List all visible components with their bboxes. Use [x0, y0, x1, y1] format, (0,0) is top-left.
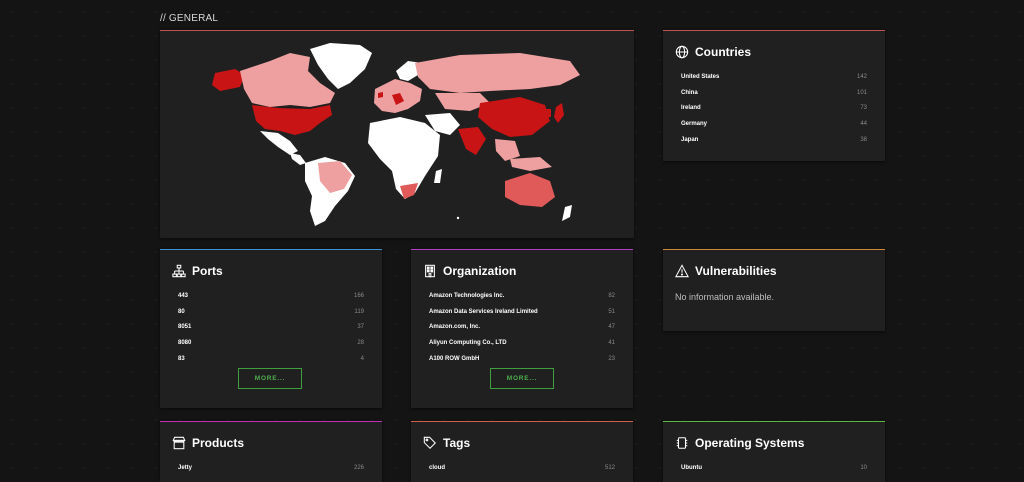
store-icon	[172, 436, 186, 450]
map-australia	[505, 173, 555, 207]
vulnerabilities-header: Vulnerabilities	[675, 264, 777, 278]
list-item[interactable]: Aliyun Computing Co., LTD 41	[429, 340, 615, 356]
tags-title: Tags	[443, 436, 471, 450]
building-icon	[425, 264, 435, 278]
operating-systems-title: Operating Systems	[695, 436, 805, 450]
map-china	[478, 97, 550, 137]
warning-icon	[675, 264, 689, 278]
list-item[interactable]: China 101	[681, 90, 867, 106]
section-title-general: // GENERAL	[160, 13, 219, 24]
map-mexico	[260, 131, 298, 155]
organization-more-button[interactable]: MORE...	[490, 368, 554, 389]
list-item[interactable]: 8051 37	[178, 324, 364, 340]
products-card: Products Jetty 226	[160, 421, 382, 482]
list-item[interactable]: Amazon Data Services Ireland Limited 51	[429, 309, 615, 325]
tags-icon	[423, 436, 436, 449]
operating-systems-card: Operating Systems Ubuntu 10	[663, 421, 885, 482]
products-header: Products	[172, 436, 244, 450]
vulnerabilities-title: Vulnerabilities	[695, 264, 777, 278]
organization-card: Organization Amazon Technologies Inc. 82 …	[411, 249, 633, 408]
ports-list: 443 166 80 119 8051 37 8080 28 83 4	[178, 293, 364, 371]
tags-header: Tags	[423, 436, 470, 450]
map-india	[458, 127, 486, 155]
list-item[interactable]: Japan 38	[681, 137, 867, 153]
list-item[interactable]: Germany 44	[681, 121, 867, 137]
vulnerabilities-message: No information available.	[675, 292, 775, 302]
list-item[interactable]: 80 119	[178, 309, 364, 325]
organization-list: Amazon Technologies Inc. 82 Amazon Data S…	[429, 293, 615, 371]
network-icon	[172, 264, 186, 278]
ports-title: Ports	[192, 264, 223, 278]
list-item[interactable]: 443 166	[178, 293, 364, 309]
operating-systems-header: Operating Systems	[675, 436, 804, 450]
map-japan	[554, 103, 564, 123]
countries-card: Countries United States 142 China 101 Irel…	[663, 30, 885, 161]
map-greenland	[310, 43, 372, 89]
world-map[interactable]	[160, 31, 634, 238]
ports-more-button[interactable]: MORE...	[238, 368, 302, 389]
ports-card: Ports 443 166 80 119 8051 37 8080 28 83 4 MOR…	[160, 249, 382, 408]
map-united-states	[252, 105, 332, 135]
list-item[interactable]: cloud 512	[429, 465, 615, 481]
products-list: Jetty 226	[178, 465, 364, 481]
list-item[interactable]: Ubuntu 10	[681, 465, 867, 481]
products-title: Products	[192, 436, 245, 450]
organization-title: Organization	[443, 264, 517, 278]
list-item[interactable]: Amazon Technologies Inc. 82	[429, 293, 615, 309]
countries-list: United States 142 China 101 Ireland 73 Germ…	[681, 74, 867, 152]
map-ireland	[378, 92, 383, 98]
globe-icon	[675, 45, 689, 59]
chip-icon	[676, 437, 688, 449]
list-item[interactable]: 8080 28	[178, 340, 364, 356]
operating-systems-list: Ubuntu 10	[681, 465, 867, 481]
list-item[interactable]: United States 142	[681, 74, 867, 90]
tags-list: cloud 512	[429, 465, 615, 481]
organization-header: Organization	[423, 264, 516, 278]
countries-header: Countries	[675, 45, 751, 59]
map-alaska	[212, 69, 245, 91]
list-item[interactable]: Ireland 73	[681, 105, 867, 121]
ports-header: Ports	[172, 264, 223, 278]
list-item[interactable]: Amazon.com, Inc. 47	[429, 324, 615, 340]
vulnerabilities-card: Vulnerabilities No information available…	[663, 249, 885, 331]
countries-title: Countries	[695, 45, 752, 59]
map-russia	[415, 53, 580, 93]
tags-card: Tags cloud 512	[411, 421, 633, 482]
world-map-card	[160, 30, 634, 238]
list-item[interactable]: Jetty 226	[178, 465, 364, 481]
